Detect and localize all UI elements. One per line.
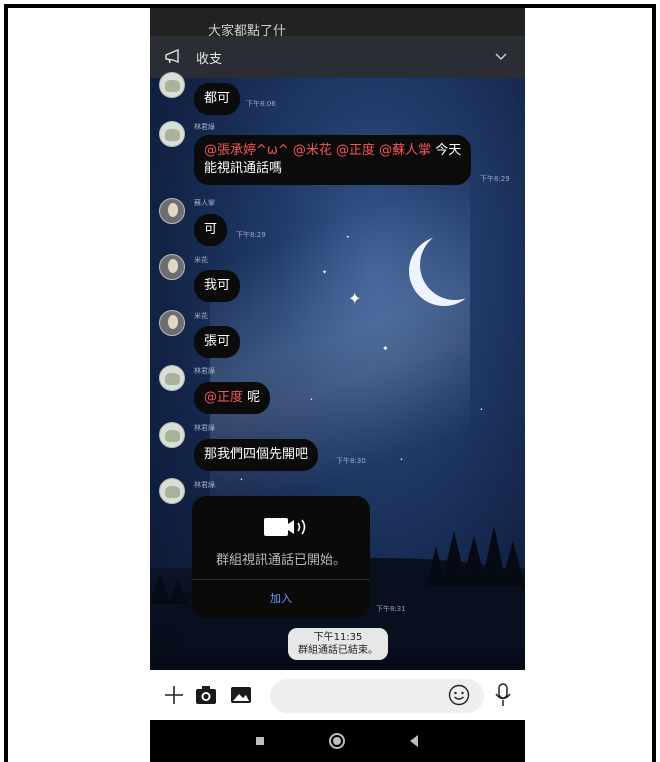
message-time: 下午8:06 xyxy=(246,100,276,108)
message-text: 張可 xyxy=(204,334,231,349)
message-bubble[interactable]: 都可 xyxy=(194,83,241,115)
mention[interactable]: @正度 xyxy=(336,143,375,158)
sender-name: 米花 xyxy=(194,312,208,320)
star: ✦ xyxy=(382,344,389,353)
plus-icon[interactable] xyxy=(164,685,184,705)
message-text: 那我們四個先開吧 xyxy=(204,447,309,462)
group-video-call-card: 群組視訊通話已開始。 加入 xyxy=(192,496,370,618)
avatar[interactable] xyxy=(159,478,185,504)
screenshot-frame-left xyxy=(4,4,8,762)
announcement-bar[interactable]: 收支 xyxy=(150,36,525,78)
message-time: 下午8:30 xyxy=(336,457,366,465)
message-bubble[interactable]: 我可 xyxy=(194,270,241,302)
message-text: 我可 xyxy=(204,278,231,293)
trees-silhouette-left xyxy=(150,572,188,604)
emoji-icon[interactable] xyxy=(448,684,470,706)
mention[interactable]: @蘇人掌 xyxy=(379,143,431,158)
star: ✦ xyxy=(322,269,328,276)
avatar[interactable] xyxy=(159,121,185,147)
avatar[interactable] xyxy=(159,198,185,224)
mention[interactable]: @正度 xyxy=(204,390,243,405)
avatar[interactable] xyxy=(159,254,185,280)
phone-screen: ✦ ✦ ✦ • • • • • • • 大家都點了什 收支 xyxy=(150,8,525,762)
join-call-button[interactable]: 加入 xyxy=(192,579,370,618)
system-message: 下午11:35 群組通話已結束。 xyxy=(288,628,388,660)
sender-name: 林君綠 xyxy=(194,424,215,432)
previous-message-peek: 大家都點了什 xyxy=(150,8,525,39)
image-icon[interactable] xyxy=(230,685,252,705)
home-icon[interactable] xyxy=(307,720,367,762)
message-time: 下午8:31 xyxy=(376,605,406,613)
sender-name: 林君綠 xyxy=(194,481,215,489)
message-time: 下午8:29 xyxy=(236,231,266,239)
mic-icon[interactable] xyxy=(494,683,512,707)
system-nav-bar xyxy=(150,720,525,762)
chevron-down-icon[interactable] xyxy=(491,46,511,66)
sender-name: 林君綠 xyxy=(194,367,215,375)
star: • xyxy=(346,234,350,241)
message-text: 能視訊通話嗎 xyxy=(204,161,283,176)
message-time: 下午8:29 xyxy=(480,175,510,183)
screenshot-frame-right xyxy=(652,4,656,762)
trees-silhouette xyxy=(426,526,525,586)
star: • xyxy=(480,407,483,413)
message-bubble[interactable]: @正度 呢 xyxy=(194,382,271,414)
message-input-bar xyxy=(150,670,525,720)
back-icon[interactable] xyxy=(384,720,444,762)
star: • xyxy=(400,457,403,463)
message-bubble[interactable]: 可 xyxy=(194,214,228,246)
system-message-text: 群組通話已結束。 xyxy=(298,645,378,656)
mention[interactable]: @米花 xyxy=(293,143,332,158)
star: ✦ xyxy=(348,289,362,308)
mention[interactable]: @張承婷^ω^ xyxy=(204,143,289,158)
star: • xyxy=(240,477,243,483)
avatar[interactable] xyxy=(159,310,185,336)
call-started-text: 群組視訊通話已開始。 xyxy=(215,553,346,568)
avatar[interactable] xyxy=(159,365,185,391)
message-bubble[interactable]: 張可 xyxy=(194,326,241,358)
megaphone-icon xyxy=(165,49,179,64)
sender-name: 蘇人掌 xyxy=(194,199,215,207)
message-bubble[interactable]: @張承婷^ω^ @米花 @正度 @蘇人掌 今天 能視訊通話嗎 xyxy=(194,135,472,185)
camera-icon[interactable] xyxy=(195,685,217,705)
system-message-time: 下午11:35 xyxy=(313,632,363,643)
star: • xyxy=(310,397,313,403)
message-text: 可 xyxy=(204,222,218,237)
avatar[interactable] xyxy=(159,72,185,98)
message-bubble[interactable]: 那我們四個先開吧 xyxy=(194,439,319,471)
sender-name: 米花 xyxy=(194,256,208,264)
message-text: 今天 xyxy=(435,143,462,158)
moon xyxy=(420,230,490,300)
video-call-icon xyxy=(264,518,306,536)
message-text: 呢 xyxy=(247,390,261,405)
avatar[interactable] xyxy=(159,422,185,448)
recent-apps-icon[interactable] xyxy=(230,720,290,762)
message-text: 都可 xyxy=(204,91,231,106)
announcement-label: 收支 xyxy=(196,51,223,67)
sender-name: 林君綠 xyxy=(194,123,215,131)
